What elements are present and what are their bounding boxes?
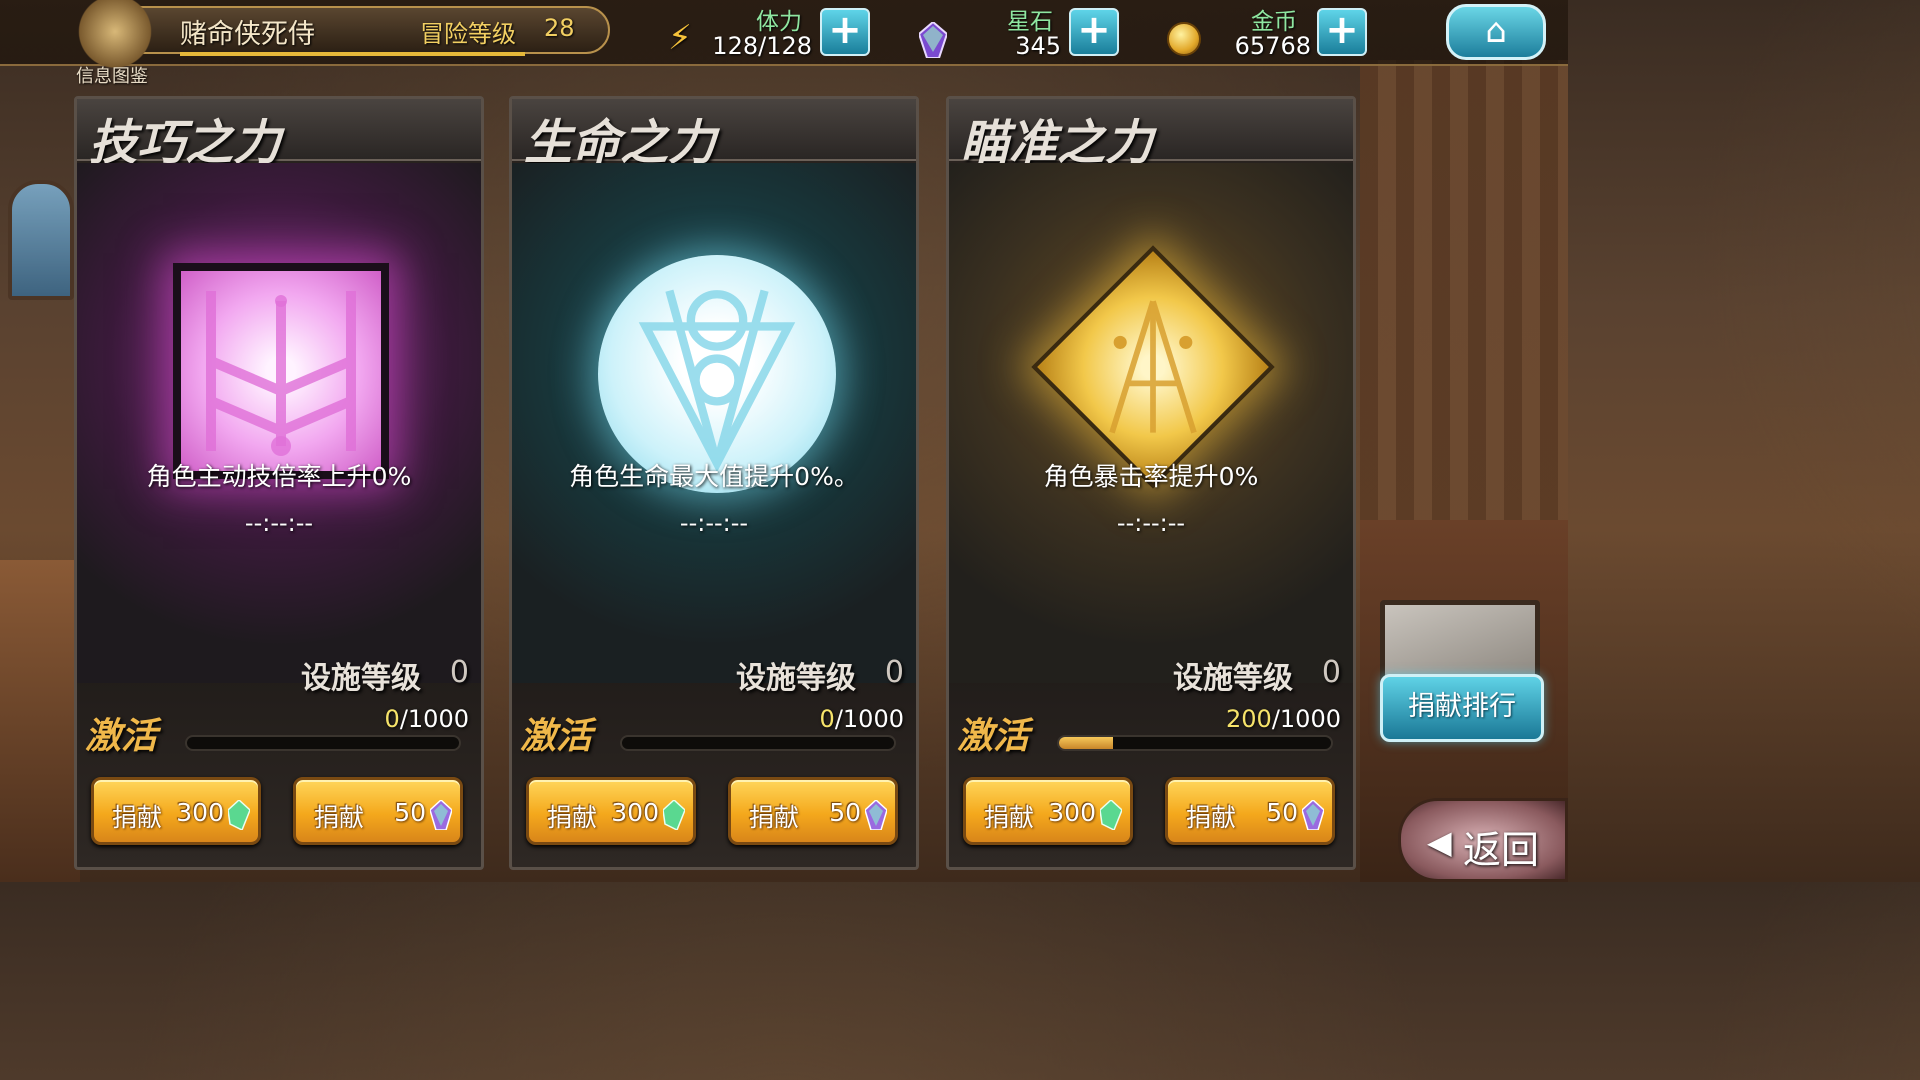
- progress-total: /1000: [1271, 705, 1341, 733]
- facility-level-label: 设施等级: [1173, 661, 1293, 696]
- donate-300-button[interactable]: 捐献 300: [963, 777, 1133, 845]
- home-button[interactable]: ⌂: [1446, 4, 1546, 60]
- gold-coin-icon: [1167, 22, 1201, 56]
- card-timer: --:--:--: [679, 509, 749, 537]
- card-description: 角色生命最大值提升0%。: [569, 462, 859, 491]
- donate-300-button[interactable]: 捐献 300: [91, 777, 261, 845]
- facility-level-value: 0: [884, 655, 904, 690]
- progress-bar: [185, 735, 461, 751]
- card-title-bar: 生命之力: [512, 99, 916, 171]
- gold-value: 65768: [1234, 32, 1311, 60]
- back-arrow-icon: ◀: [1427, 823, 1452, 861]
- progress-bar: [620, 735, 896, 751]
- progress-total: /1000: [834, 705, 904, 733]
- back-label: 返回: [1463, 828, 1540, 872]
- card-art: [77, 163, 481, 683]
- stamina-value: 128/128: [712, 32, 812, 60]
- donate-label: 捐献: [984, 803, 1035, 832]
- donate-label: 捐献: [1186, 803, 1237, 832]
- exp-bar: [180, 52, 525, 56]
- add-starstone-button[interactable]: +: [1069, 8, 1119, 56]
- progress-bar: [1057, 735, 1333, 751]
- facility-level-value: 0: [1321, 655, 1341, 690]
- card-art: [512, 163, 916, 683]
- card-art: [949, 163, 1353, 683]
- aim-power-card: 瞄准之力 角色暴击率提升0% --:--:-- 设施等级 0 激活 200/10…: [946, 96, 1356, 870]
- top-bar: 赌命侠死侍 冒险等级 28 ⚡ 体力 128/128 + 星石 345 + 金币…: [0, 0, 1568, 70]
- donate-50-button[interactable]: 捐献 50: [1165, 777, 1335, 845]
- progress-text: 200/1000: [1226, 705, 1341, 733]
- activate-label: 激活: [957, 716, 1030, 757]
- rainbow-crystal-icon: [430, 800, 452, 830]
- skill-power-card: 技巧之力 角色主动技倍率上升0% --:--:-- 设施等级 0 激活 0/10…: [74, 96, 484, 870]
- progress-total: /1000: [399, 705, 469, 733]
- add-gold-button[interactable]: +: [1317, 8, 1367, 56]
- background-window: [8, 180, 74, 300]
- card-timer: --:--:--: [1116, 509, 1186, 537]
- donate-amount: 300: [176, 798, 224, 827]
- progress-current: 0: [819, 705, 835, 733]
- card-title-bar: 瞄准之力: [949, 99, 1353, 171]
- donate-amount: 50: [829, 798, 861, 827]
- activate-label: 激活: [85, 716, 158, 757]
- progress-fill: [1059, 737, 1114, 749]
- donate-label: 捐献: [547, 803, 598, 832]
- player-name: 赌命侠死侍: [180, 19, 315, 50]
- donate-label: 捐献: [314, 803, 365, 832]
- donate-50-button[interactable]: 捐献 50: [293, 777, 463, 845]
- progress-current: 0: [384, 705, 400, 733]
- card-description: 角色暴击率提升0%: [1043, 462, 1259, 491]
- rainbow-crystal-icon: [865, 800, 887, 830]
- player-plate: [100, 6, 610, 54]
- adventure-level-value: 28: [544, 14, 575, 42]
- progress-text: 0/1000: [820, 705, 904, 733]
- stamina-label: 体力: [756, 9, 802, 35]
- back-button[interactable]: ◀ 返回: [1398, 798, 1568, 882]
- life-power-card: 生命之力 角色生命最大值提升0%。 --:--:-- 设施等级 0 激活 0/1…: [509, 96, 919, 870]
- starstone-icon: [919, 22, 947, 58]
- facility-level-label: 设施等级: [301, 661, 421, 696]
- card-timer: --:--:--: [244, 509, 314, 537]
- stamina-block: ⚡ 体力 128/128 +: [660, 0, 875, 66]
- lightning-icon: ⚡: [668, 18, 692, 58]
- rainbow-crystal-icon: [1302, 800, 1324, 830]
- skill-emblem-icon: [173, 263, 389, 479]
- donation-ranking-button[interactable]: 捐献排行: [1380, 674, 1544, 742]
- add-stamina-button[interactable]: +: [820, 8, 870, 56]
- donate-amount: 50: [1266, 798, 1298, 827]
- info-encyclopedia-link[interactable]: 信息图鉴: [76, 62, 148, 88]
- progress-text: 0/1000: [385, 705, 469, 733]
- card-title-bar: 技巧之力: [77, 99, 481, 171]
- adventure-level-label: 冒险等级: [420, 20, 516, 48]
- progress-current: 200: [1226, 705, 1272, 733]
- card-description: 角色主动技倍率上升0%: [146, 462, 412, 491]
- donate-300-button[interactable]: 捐献 300: [526, 777, 696, 845]
- facility-level-label: 设施等级: [736, 661, 856, 696]
- gold-label: 金币: [1251, 9, 1297, 35]
- green-crystal-icon: [228, 800, 250, 830]
- starstone-label: 星石: [1007, 9, 1053, 35]
- donate-amount: 50: [394, 798, 426, 827]
- green-crystal-icon: [1100, 800, 1122, 830]
- donate-amount: 300: [1048, 798, 1096, 827]
- facility-level-value: 0: [449, 655, 469, 690]
- home-icon: ⌂: [1485, 11, 1507, 51]
- starstone-value: 345: [1015, 32, 1061, 60]
- donate-amount: 300: [611, 798, 659, 827]
- activate-label: 激活: [520, 716, 593, 757]
- donate-label: 捐献: [749, 803, 800, 832]
- donate-50-button[interactable]: 捐献 50: [728, 777, 898, 845]
- gold-block: 金币 65768 +: [1165, 0, 1375, 66]
- aim-emblem-icon: [1031, 245, 1275, 489]
- donate-label: 捐献: [112, 803, 163, 832]
- starstone-block: 星石 345 +: [915, 0, 1125, 66]
- player-emblem-icon[interactable]: [70, 0, 160, 70]
- green-crystal-icon: [663, 800, 685, 830]
- background-floor: [0, 560, 80, 882]
